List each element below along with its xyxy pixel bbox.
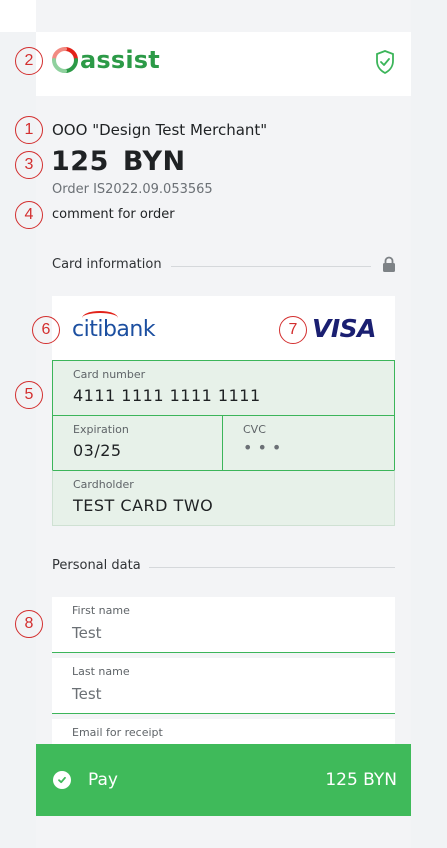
annotation-badge: 4 [15, 201, 43, 229]
card-section-divider [171, 266, 371, 267]
card-number-value[interactable]: 4111 1111 1111 1111 [73, 386, 261, 405]
amount-value: 125 [51, 146, 109, 177]
personal-section-title: Personal data [52, 558, 141, 573]
pay-amount: 125 BYN [325, 770, 397, 790]
merchant-name: OOO "Design Test Merchant" [52, 121, 268, 139]
last-name-label: Last name [72, 665, 130, 678]
citibank-logo-prefix: citi [72, 317, 103, 342]
header-bar: assist [36, 32, 411, 96]
cardholder-field[interactable]: Cardholder TEST CARD TWO [52, 470, 395, 526]
expiration-label: Expiration [73, 423, 129, 436]
citibank-logo: citibank [72, 311, 156, 342]
top-strip [0, 0, 36, 32]
order-number: Order IS2022.09.053565 [52, 182, 213, 197]
check-circle-icon [53, 771, 71, 789]
cvc-value[interactable]: ••• [243, 438, 286, 457]
annotation-badge: 5 [15, 381, 43, 409]
logo-text: assist [80, 46, 160, 74]
annotation-badge: 7 [279, 316, 307, 344]
cardholder-label: Cardholder [73, 478, 134, 491]
assist-logo: assist [52, 46, 160, 74]
first-name-label: First name [72, 604, 130, 617]
payment-amount: 125 BYN [51, 146, 186, 177]
annotation-badge: 1 [15, 116, 43, 144]
first-name-field[interactable]: First name Test [52, 597, 395, 653]
first-name-value[interactable]: Test [72, 624, 102, 642]
expiration-field[interactable]: Expiration 03/25 [52, 415, 223, 471]
personal-section-divider [149, 567, 395, 568]
card-section-title: Card information [52, 257, 162, 272]
expiration-value[interactable]: 03/25 [73, 441, 122, 460]
assist-logo-icon [52, 47, 78, 73]
cvc-label: CVC [243, 423, 266, 436]
pay-button[interactable]: Pay 125 BYN [36, 744, 411, 816]
annotation-badge: 2 [15, 47, 43, 75]
card-number-field[interactable]: Card number 4111 1111 1111 1111 [52, 360, 395, 416]
cardholder-value[interactable]: TEST CARD TWO [73, 496, 213, 515]
card-number-label: Card number [73, 368, 146, 381]
visa-logo: VISA [311, 314, 377, 343]
cvc-field[interactable]: CVC ••• [222, 415, 395, 471]
amount-currency: BYN [122, 146, 186, 177]
shield-check-icon [375, 50, 395, 78]
pay-label: Pay [88, 770, 118, 790]
lock-icon [382, 256, 396, 276]
annotation-badge: 8 [15, 610, 43, 638]
last-name-value[interactable]: Test [72, 685, 102, 703]
order-comment: comment for order [52, 207, 175, 222]
annotation-badge: 6 [32, 316, 60, 344]
last-name-field[interactable]: Last name Test [52, 658, 395, 714]
annotation-badge: 3 [15, 151, 43, 179]
email-label: Email for receipt [72, 726, 163, 739]
